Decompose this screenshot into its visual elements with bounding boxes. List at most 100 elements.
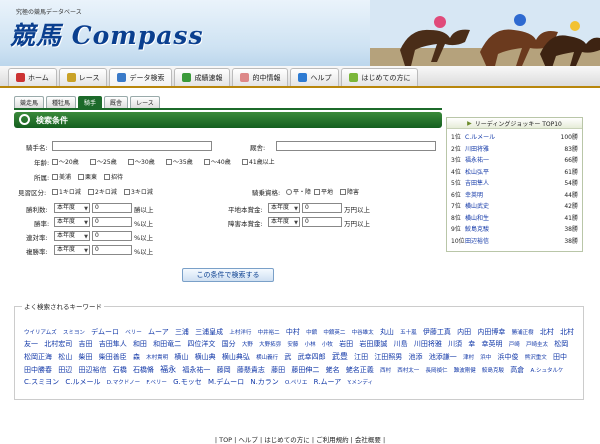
- keyword-link[interactable]: A.シュタルケ: [531, 368, 564, 374]
- jockey-name-input[interactable]: [52, 141, 212, 151]
- apprentice-checkbox-3kg[interactable]: 3キロ減: [124, 187, 153, 196]
- keyword-link[interactable]: 松山: [58, 353, 72, 361]
- keyword-link[interactable]: 池添: [409, 353, 423, 361]
- ranking-jockey-link[interactable]: 田辺裕信: [465, 236, 558, 246]
- keyword-link[interactable]: 柴田善臣: [99, 353, 127, 361]
- keyword-link[interactable]: 勝浦正樹: [512, 330, 534, 336]
- keyword-link[interactable]: 松岡: [554, 340, 568, 348]
- keyword-link[interactable]: 藤岡: [217, 366, 231, 374]
- keyword-link[interactable]: 国分: [222, 340, 236, 348]
- tab-horse[interactable]: 競走馬: [14, 96, 45, 108]
- nav-tab-4[interactable]: 的中情報: [232, 68, 289, 86]
- keyword-link[interactable]: M.デムーロ: [208, 378, 244, 386]
- qual-checkbox-flat[interactable]: 平地: [314, 187, 333, 196]
- jump-prize-year-select[interactable]: 本年度: [268, 217, 300, 227]
- keyword-link[interactable]: 大野: [242, 342, 253, 348]
- keyword-link[interactable]: 中谷雄太: [352, 330, 374, 336]
- ranking-jockey-link[interactable]: 川田将雅: [465, 144, 558, 154]
- jump-prize-input[interactable]: 0: [302, 217, 342, 227]
- keyword-link[interactable]: 岩田康誠: [359, 340, 387, 348]
- keyword-link[interactable]: 幸英明: [482, 340, 503, 348]
- keyword-link[interactable]: D.マクドノー: [107, 380, 140, 386]
- keyword-link[interactable]: 川島: [394, 340, 408, 348]
- keyword-link[interactable]: 蛯名正義: [346, 366, 374, 374]
- keyword-link[interactable]: 和田: [133, 340, 147, 348]
- keyword-link[interactable]: O.ペリエ: [285, 380, 307, 386]
- keyword-link[interactable]: ムーア: [148, 328, 169, 336]
- nav-tab-5[interactable]: ヘルプ: [290, 68, 340, 86]
- qual-checkbox-jump[interactable]: 障害: [340, 187, 359, 196]
- keyword-link[interactable]: 和田竜二: [153, 340, 181, 348]
- keyword-link[interactable]: 伊藤工真: [423, 328, 451, 336]
- keyword-link[interactable]: F.ベリー: [146, 380, 167, 386]
- keyword-link[interactable]: 木村貴明: [146, 355, 168, 361]
- keyword-link[interactable]: 内田博幸: [477, 328, 505, 336]
- keyword-link[interactable]: 藤懸貴志: [237, 366, 265, 374]
- ranking-jockey-link[interactable]: 幸英明: [465, 190, 558, 200]
- qual-radio-both[interactable]: 平・障: [286, 187, 311, 196]
- keyword-link[interactable]: 柴田: [78, 353, 92, 361]
- keyword-link[interactable]: 中舘英二: [323, 330, 345, 336]
- ranking-jockey-link[interactable]: 福永祐一: [465, 155, 558, 165]
- keyword-link[interactable]: 北村: [540, 328, 554, 336]
- keyword-link[interactable]: 武: [284, 353, 291, 361]
- keyword-link[interactable]: 吉田: [78, 340, 92, 348]
- keyword-link[interactable]: 田辺: [58, 366, 72, 374]
- keyword-link[interactable]: 福永祐一: [182, 366, 210, 374]
- keyword-link[interactable]: C.スミヨン: [24, 378, 59, 386]
- keyword-link[interactable]: 横山: [174, 353, 188, 361]
- ranking-jockey-link[interactable]: 横山和生: [465, 213, 558, 223]
- keyword-link[interactable]: 江田照男: [374, 353, 402, 361]
- win-rate-input[interactable]: 0: [92, 217, 132, 227]
- keyword-link[interactable]: Y.メンディ: [347, 380, 373, 386]
- keyword-link[interactable]: 岩田: [339, 340, 353, 348]
- keyword-link[interactable]: スミヨン: [63, 330, 85, 336]
- win-count-year-select[interactable]: 本年度: [54, 203, 90, 213]
- keyword-link[interactable]: 上村洋行: [229, 330, 251, 336]
- keyword-link[interactable]: 幸: [468, 340, 475, 348]
- keyword-link[interactable]: R.ムーア: [314, 378, 342, 386]
- apprentice-checkbox-1kg[interactable]: 1キロ減: [52, 187, 81, 196]
- tab-race[interactable]: レース: [130, 96, 160, 108]
- keyword-link[interactable]: G.モッセ: [173, 378, 202, 386]
- ranking-jockey-link[interactable]: 吉田隼人: [465, 178, 558, 188]
- show-rate-input[interactable]: 0: [92, 245, 132, 255]
- ranking-jockey-link[interactable]: 松山弘平: [465, 167, 558, 177]
- keyword-link[interactable]: 石橋: [113, 366, 127, 374]
- nav-tab-3[interactable]: 成績速報: [174, 68, 231, 86]
- keyword-link[interactable]: 石橋脩: [133, 366, 154, 374]
- keyword-link[interactable]: 大野拓弥: [259, 342, 281, 348]
- keyword-link[interactable]: 中舘: [306, 330, 317, 336]
- keyword-link[interactable]: 吉田隼人: [99, 340, 127, 348]
- keyword-link[interactable]: 藤田伸二: [291, 366, 319, 374]
- keyword-link[interactable]: 長岡禎仁: [426, 368, 448, 374]
- keyword-link[interactable]: 小牧: [322, 342, 333, 348]
- place-rate-year-select[interactable]: 本年度: [54, 231, 90, 241]
- search-button[interactable]: この条件で検索する: [182, 268, 274, 282]
- keyword-link[interactable]: 三浦皇成: [195, 328, 223, 336]
- win-rate-year-select[interactable]: 本年度: [54, 217, 90, 227]
- keyword-link[interactable]: 横山義行: [256, 355, 278, 361]
- nav-tab-6[interactable]: はじめての方に: [341, 68, 419, 86]
- keyword-link[interactable]: 安藤: [287, 342, 298, 348]
- apprentice-checkbox-2kg[interactable]: 2キロ減: [88, 187, 117, 196]
- keyword-link[interactable]: 田中: [553, 353, 567, 361]
- keyword-link[interactable]: 武豊: [332, 352, 348, 361]
- keyword-link[interactable]: 高倉: [510, 366, 524, 374]
- flat-prize-input[interactable]: 0: [302, 203, 342, 213]
- keyword-link[interactable]: 五十嵐: [400, 330, 417, 336]
- keyword-link[interactable]: 四位洋文: [187, 340, 215, 348]
- keyword-link[interactable]: 田中勝春: [24, 366, 52, 374]
- keyword-link[interactable]: 蛯名: [326, 366, 340, 374]
- affil-checkbox-ritto[interactable]: 栗東: [78, 172, 97, 181]
- keyword-link[interactable]: 池添謙一: [429, 353, 457, 361]
- keyword-link[interactable]: 津村: [463, 355, 474, 361]
- win-count-input[interactable]: 0: [92, 203, 132, 213]
- keyword-link[interactable]: 田辺裕信: [78, 366, 106, 374]
- stable-input[interactable]: [276, 141, 436, 151]
- age-checkbox-3[interactable]: ～30歳: [128, 157, 155, 166]
- keyword-link[interactable]: 武幸四郎: [298, 353, 326, 361]
- affil-checkbox-invited[interactable]: 招待: [104, 172, 123, 181]
- keyword-link[interactable]: ベリー: [125, 330, 142, 336]
- keyword-link[interactable]: 小林: [305, 342, 316, 348]
